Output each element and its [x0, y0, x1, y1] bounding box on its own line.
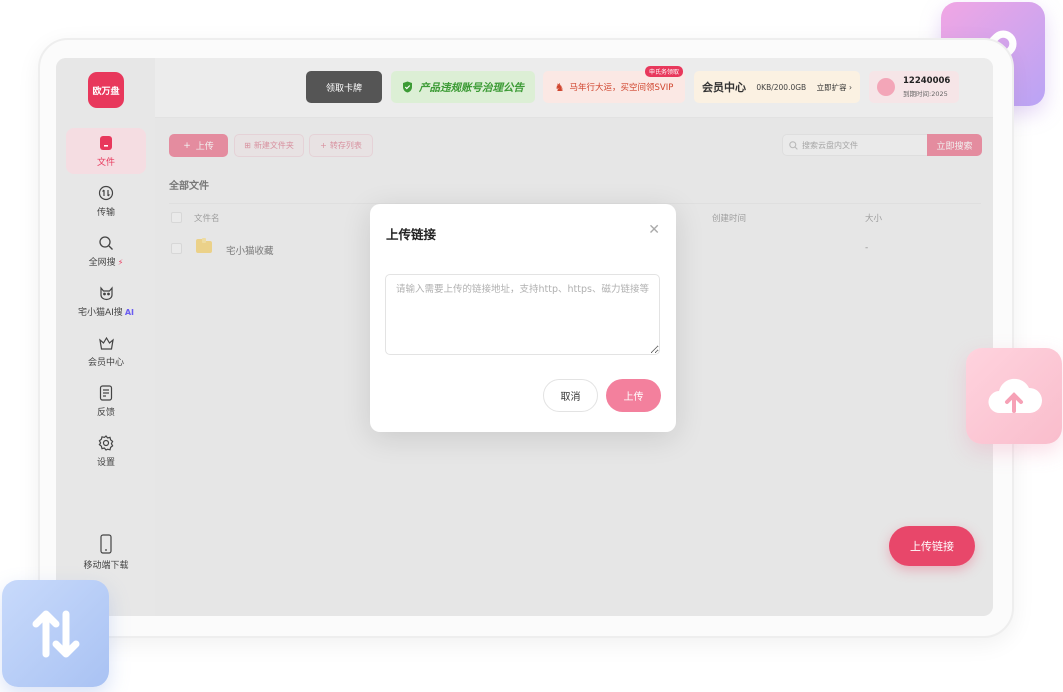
mobile-download-button[interactable]: 移动端下载 — [76, 534, 136, 571]
sidebar-item-label: 宅小猫AI搜 — [78, 308, 123, 318]
sidebar-item-member-center[interactable]: 会员中心 — [66, 328, 146, 374]
sidebar: 欧万盘 文件 传输 全网搜 ⚡ 宅小猫AI搜 AI 会员中心 反馈 设置 移动端… — [56, 58, 155, 616]
ai-badge: AI — [124, 308, 134, 317]
swap-arrows-icon — [32, 610, 79, 657]
cloud-upload-icon — [988, 378, 1043, 414]
cat-icon — [98, 284, 115, 302]
upload-link-float-button[interactable]: 上传链接 — [889, 526, 975, 566]
transfer-arrows-tile — [2, 580, 109, 687]
horse-icon: ♞ — [554, 80, 565, 94]
notice-banner[interactable]: 产品违规账号治理公告 — [391, 71, 535, 103]
member-center-banner[interactable]: 会员中心 0KB/200.0GB 立即扩容 › — [694, 71, 860, 103]
upload-link-label: 上传链接 — [910, 540, 954, 553]
feedback-icon — [99, 384, 113, 402]
dialog-title: 上传链接 — [386, 227, 437, 242]
upload-link-dialog: 上传链接 ✕ 取消 上传 — [370, 204, 676, 432]
promo-banner-label: 马年行大运，买空间领SVIP — [569, 83, 674, 93]
shield-check-icon — [403, 81, 412, 93]
gear-icon — [98, 434, 114, 452]
sidebar-item-feedback[interactable]: 反馈 — [66, 378, 146, 424]
search-icon — [98, 234, 114, 252]
user-card[interactable]: 12240006 到期时间:2025 — [869, 71, 959, 103]
mobile-download-label: 移动端下载 — [83, 561, 129, 571]
sidebar-item-settings[interactable]: 设置 — [66, 428, 146, 474]
sidebar-item-cat-ai-search[interactable]: 宅小猫AI搜 AI — [66, 278, 146, 324]
member-title: 会员中心 — [702, 81, 746, 94]
sidebar-item-label: 反馈 — [96, 408, 115, 418]
phone-icon — [100, 534, 112, 554]
top-bar: 领取卡牌 产品违规账号治理公告 ♞ 马年行大运，买空间领SVIP 申氏务领取 会… — [155, 58, 993, 118]
sidebar-item-label: 全网搜 — [88, 258, 116, 268]
avatar — [877, 78, 895, 96]
card-banner-label: 领取卡牌 — [325, 83, 362, 94]
sidebar-item-label: 传输 — [96, 208, 115, 218]
promo-banner[interactable]: ♞ 马年行大运，买空间领SVIP 申氏务领取 — [543, 66, 685, 103]
lightning-icon: ⚡ — [117, 258, 124, 267]
sidebar-item-files[interactable]: 文件 — [66, 128, 146, 174]
close-icon[interactable]: ✕ — [648, 222, 660, 238]
storage-usage: 0KB/200.0GB — [756, 82, 807, 92]
confirm-upload-button[interactable]: 上传 — [606, 379, 661, 412]
transfer-icon — [98, 184, 114, 202]
user-expire: 到期时间:2025 — [903, 90, 948, 98]
app-logo[interactable]: 欧万盘 — [88, 72, 124, 108]
cloud-upload-tile — [966, 348, 1062, 444]
card-banner[interactable]: 领取卡牌 — [306, 71, 382, 103]
cancel-label: 取消 — [560, 392, 581, 403]
notice-banner-label: 产品违规账号治理公告 — [419, 81, 524, 94]
sidebar-item-global-search[interactable]: 全网搜 ⚡ — [66, 228, 146, 274]
sidebar-item-label: 会员中心 — [87, 358, 124, 368]
sidebar-item-label: 文件 — [96, 158, 115, 168]
user-id: 12240006 — [903, 76, 951, 86]
sidebar-item-transfer[interactable]: 传输 — [66, 178, 146, 224]
sidebar-item-label: 设置 — [96, 458, 115, 468]
expand-storage-link[interactable]: 立即扩容 › — [817, 82, 852, 93]
confirm-label: 上传 — [623, 392, 644, 403]
file-icon — [99, 134, 113, 152]
cancel-button[interactable]: 取消 — [543, 379, 598, 412]
promo-tag: 申氏务领取 — [644, 66, 683, 77]
crown-icon — [98, 334, 115, 352]
link-input[interactable] — [385, 274, 660, 355]
